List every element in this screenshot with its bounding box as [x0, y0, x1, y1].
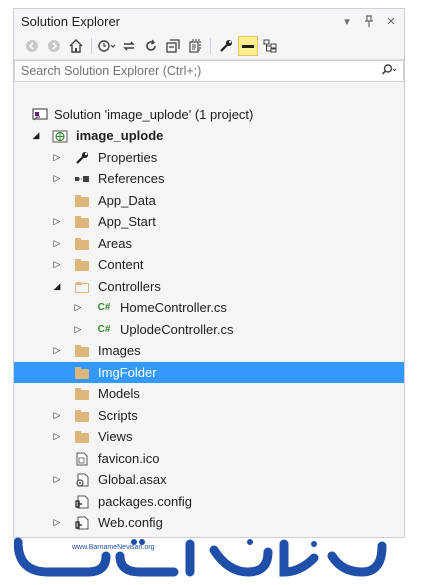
expand-arrow-icon[interactable]: ▷ [52, 345, 62, 356]
tree-item-label: favicon.ico [98, 451, 160, 466]
solution-label: Solution 'image_uplode' (1 project) [54, 107, 254, 122]
forward-icon[interactable] [44, 36, 64, 56]
expand-arrow-icon[interactable]: ▷ [52, 152, 62, 163]
folder-icon [74, 366, 90, 380]
tree-item-scripts[interactable]: ▷ Scripts [14, 405, 404, 426]
toolbar-separator [210, 38, 211, 54]
collapse-arrow-icon[interactable]: ◢ [52, 281, 62, 292]
folder-icon [74, 409, 90, 423]
tree-item-label: Global.asax [98, 472, 167, 487]
folder-icon [74, 387, 90, 401]
config-file-icon [74, 495, 90, 509]
tree-item-home-controller[interactable]: ▷ C# HomeController.cs [14, 297, 404, 318]
tree-item-references[interactable]: ▷ References [14, 168, 404, 189]
collapse-arrow-icon[interactable]: ◢ [31, 130, 41, 141]
title-bar: Solution Explorer ▾ ✕ [14, 9, 404, 33]
references-icon [74, 172, 90, 186]
expand-arrow-icon[interactable]: ▷ [52, 431, 62, 442]
logo-site-url: www.BarnameNevisan.org [71, 544, 155, 551]
home-icon[interactable] [66, 36, 86, 56]
tree-item-images[interactable]: ▷ Images [14, 340, 404, 361]
tree-item-app-data[interactable]: App_Data [14, 190, 404, 211]
folder-icon [74, 194, 90, 208]
tree-item-solution[interactable]: Solution 'image_uplode' (1 project) [14, 104, 404, 125]
expand-arrow-icon[interactable]: ▷ [52, 259, 62, 270]
tree-item-label: ImgFolder [98, 365, 157, 380]
wrench-icon [74, 151, 90, 165]
sync-icon[interactable] [119, 36, 139, 56]
expand-arrow-icon[interactable]: ▷ [73, 302, 83, 313]
tree-item-label: packages.config [98, 494, 192, 509]
folder-icon [74, 344, 90, 358]
folder-icon [74, 258, 90, 272]
properties-icon[interactable] [216, 36, 236, 56]
tree-item-label: HomeController.cs [120, 300, 227, 315]
search-input[interactable] [21, 64, 381, 78]
csharp-file-icon: C# [97, 324, 111, 335]
expand-arrow-icon[interactable]: ▷ [52, 410, 62, 421]
panel-title: Solution Explorer [21, 13, 120, 29]
tree-item-label: Properties [98, 150, 158, 165]
ico-file-icon [74, 452, 90, 466]
tree-item-global-asax[interactable]: ▷ Global.asax [14, 469, 404, 490]
tree-item-uplode-controller[interactable]: ▷ C# UplodeController.cs [14, 319, 404, 340]
expand-arrow-icon[interactable]: ▷ [52, 173, 62, 184]
search-box [14, 60, 404, 82]
tree-item-label: Controllers [98, 279, 161, 294]
tree-item-content[interactable]: ▷ Content [14, 254, 404, 275]
expand-arrow-icon[interactable]: ▷ [52, 474, 62, 485]
asax-file-icon [74, 473, 90, 487]
close-icon[interactable]: ✕ [384, 14, 398, 28]
tree-item-views[interactable]: ▷ Views [14, 426, 404, 447]
tree-item-models[interactable]: Models [14, 383, 404, 404]
dropdown-icon[interactable]: ▾ [340, 14, 354, 28]
config-file-icon [74, 516, 90, 530]
toolbar [14, 33, 404, 60]
tree-item-app-start[interactable]: ▷ App_Start [14, 211, 404, 232]
refresh-icon[interactable] [141, 36, 161, 56]
tree-item-label: UplodeController.cs [120, 322, 234, 337]
tree-item-label: App_Start [98, 214, 156, 229]
tree-item-label: App_Data [98, 193, 156, 208]
class-view-icon[interactable] [260, 36, 280, 56]
history-icon[interactable] [97, 36, 117, 56]
tree-item-packages-config[interactable]: packages.config [14, 491, 404, 512]
expand-arrow-icon[interactable]: ▷ [52, 238, 62, 249]
folder-icon [74, 237, 90, 251]
folder-open-icon [74, 280, 90, 294]
tree-item-controllers[interactable]: ◢ Controllers [14, 276, 404, 297]
web-project-icon [52, 129, 68, 143]
expand-arrow-icon[interactable]: ▷ [73, 324, 83, 335]
preview-icon[interactable] [238, 36, 258, 56]
search-icon[interactable] [381, 63, 397, 79]
barnamenevisan-logo: www.BarnameNevisan.org [13, 536, 414, 580]
expand-arrow-icon[interactable]: ▷ [52, 216, 62, 227]
tree-item-label: Areas [98, 236, 132, 251]
folder-icon [74, 215, 90, 229]
tree-item-properties[interactable]: ▷ Properties [14, 147, 404, 168]
tree-item-label: Content [98, 257, 144, 272]
tree-item-favicon[interactable]: favicon.ico [14, 448, 404, 469]
tree-item-label: Images [98, 343, 141, 358]
tree-item-label: Scripts [98, 408, 138, 423]
back-icon[interactable] [22, 36, 42, 56]
tree-item-label: References [98, 171, 165, 186]
toolbar-separator [91, 38, 92, 54]
solution-icon [32, 107, 48, 122]
folder-icon [74, 430, 90, 444]
tree-item-label: Models [98, 386, 140, 401]
pin-icon[interactable] [362, 14, 376, 28]
solution-explorer-panel: Solution Explorer ▾ ✕ Search Solution Ex… [13, 8, 405, 538]
tree-item-project[interactable]: ◢ image_uplode [14, 125, 404, 146]
csharp-file-icon: C# [97, 302, 111, 313]
expand-arrow-icon[interactable]: ▷ [52, 517, 62, 528]
tree-item-label: Views [98, 429, 133, 444]
tree-item-areas[interactable]: ▷ Areas [14, 233, 404, 254]
tree-item-web-config[interactable]: ▷ Web.config [14, 512, 404, 533]
tree-item-label: Web.config [98, 515, 163, 530]
collapse-all-icon[interactable] [163, 36, 183, 56]
show-all-files-icon[interactable] [185, 36, 205, 56]
project-label: image_uplode [76, 128, 164, 143]
tree-item-imgfolder[interactable]: ImgFolder [14, 362, 404, 383]
